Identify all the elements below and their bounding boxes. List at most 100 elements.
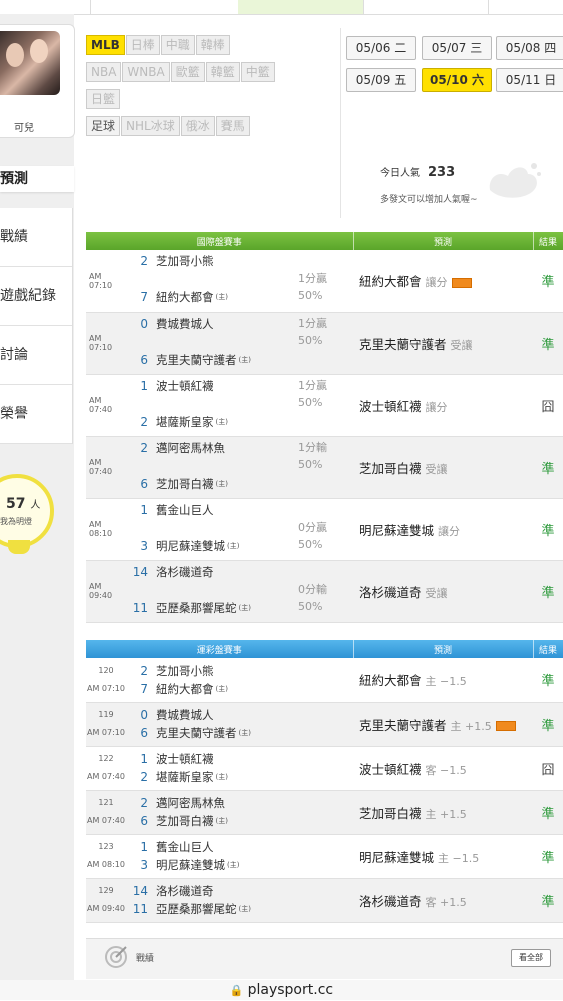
menu-item-honor[interactable]: 榮譽: [0, 385, 72, 444]
prediction[interactable]: 波士頓紅襪客 −1.5: [353, 746, 534, 791]
left-sidebar: 可兒 預測 戰績 遊戲紀錄 討論 榮譽 57 人 我為明燈: [0, 14, 75, 980]
team-name[interactable]: 波士頓紅襪: [156, 751, 214, 767]
prediction[interactable]: 洛杉磯道奇客 +1.5: [353, 878, 534, 923]
team-score: 14: [132, 884, 148, 898]
team-name[interactable]: 費城費城人: [156, 316, 214, 332]
team-name[interactable]: 亞歷桑那響尾蛇: [156, 600, 237, 616]
popularity-bulb[interactable]: 57 人 我為明燈: [0, 474, 74, 554]
date-tab[interactable]: 05/09 五: [346, 68, 416, 92]
prediction[interactable]: 明尼蘇達雙城主 −1.5: [353, 834, 534, 879]
address-bar[interactable]: 🔒 playsport.cc: [0, 980, 563, 1000]
date-tab[interactable]: 05/10 六: [422, 68, 492, 92]
date-tab[interactable]: 05/11 日: [496, 68, 563, 92]
menu-item-record[interactable]: 戰績: [0, 208, 72, 267]
date-tab[interactable]: 05/08 四: [496, 36, 563, 60]
team-line: 6 芝加哥白襪 (主): [126, 812, 353, 830]
sport-tab[interactable]: 日棒: [125, 35, 160, 55]
team-score: 2: [140, 663, 148, 678]
menu-item-game-log[interactable]: 遊戲紀錄: [0, 267, 72, 326]
sport-tab[interactable]: NHL冰球: [121, 116, 180, 136]
team-name[interactable]: 紐約大都會: [156, 681, 214, 697]
sport-tab[interactable]: WNBA: [122, 62, 170, 82]
team-name[interactable]: 亞歷桑那響尾蛇: [156, 901, 237, 917]
game-time: AM 09:40: [87, 904, 125, 913]
section-title: 預測: [0, 166, 74, 192]
home-tag: (主): [215, 293, 228, 301]
team-name[interactable]: 波士頓紅襪: [156, 378, 214, 394]
handicap-value: 1分贏: [298, 378, 327, 392]
prediction[interactable]: 克里夫蘭守護者主 +1.5: [353, 702, 534, 747]
result: 囧: [533, 374, 563, 437]
user-name[interactable]: 可兒: [14, 119, 34, 134]
team-line: 2 芝加哥小熊: [126, 662, 353, 680]
team-name[interactable]: 克里夫蘭守護者: [156, 352, 237, 368]
prediction[interactable]: 紐約大都會 讓分: [353, 250, 534, 313]
matchup: 14 洛杉磯道奇 11 亞歷桑那響尾蛇 (主) 0分輸 50%: [126, 560, 354, 623]
sport-tab[interactable]: 韓棒: [195, 35, 230, 55]
team-line: 3 明尼蘇達雙城 (主): [126, 856, 353, 874]
handicap: 1分贏 50%: [298, 270, 327, 304]
sport-tab[interactable]: 足球: [86, 116, 121, 136]
team-name[interactable]: 洛杉磯道奇: [156, 883, 214, 899]
team-name[interactable]: 芝加哥小熊: [156, 253, 214, 269]
intl-header-games: 國際盤賽事: [86, 232, 354, 250]
prediction[interactable]: 紐約大都會主 −1.5: [353, 658, 534, 703]
menu-item-discussion[interactable]: 討論: [0, 326, 72, 385]
pick-type: 讓分: [425, 400, 448, 414]
sport-tab[interactable]: NBA: [86, 62, 122, 82]
team-name[interactable]: 明尼蘇達雙城: [156, 538, 225, 554]
handicap: 0分贏 50%: [298, 519, 327, 553]
pick-type: 主 +1.5: [450, 719, 492, 733]
team-name[interactable]: 舊金山巨人: [156, 839, 214, 855]
date-tab[interactable]: 05/06 二: [346, 36, 416, 60]
sport-tab[interactable]: 歐籃: [170, 62, 205, 82]
sport-tab[interactable]: MLB: [86, 35, 125, 55]
team-score: 6: [140, 726, 148, 740]
prediction[interactable]: 洛杉磯道奇 受讓: [353, 560, 534, 623]
sport-tab[interactable]: 中職: [160, 35, 195, 55]
handicap-value: 1分輸: [298, 440, 327, 454]
team-name[interactable]: 堪薩斯皇家: [156, 414, 214, 430]
sport-tab[interactable]: 俄冰: [180, 116, 215, 136]
matchup: 0 費城費城人 6 克里夫蘭守護者 (主) 1分贏 50%: [126, 312, 354, 375]
prediction[interactable]: 芝加哥白襪 受讓: [353, 436, 534, 499]
team-name[interactable]: 芝加哥白襪: [156, 476, 214, 492]
prediction[interactable]: 波士頓紅襪 讓分: [353, 374, 534, 437]
date-tab[interactable]: 05/07 三: [422, 36, 492, 60]
view-all-button[interactable]: 看全部: [511, 949, 551, 967]
prediction[interactable]: 芝加哥白襪主 +1.5: [353, 790, 534, 835]
team-name[interactable]: 洛杉磯道奇: [156, 564, 214, 580]
team-name[interactable]: 芝加哥小熊: [156, 663, 214, 679]
team-score: 14: [132, 564, 148, 579]
home-tag: (主): [215, 817, 228, 825]
handicap-pct: 50%: [298, 537, 323, 551]
sport-tab[interactable]: 日籃: [86, 89, 121, 109]
avatar[interactable]: [0, 31, 60, 95]
team-name[interactable]: 堪薩斯皇家: [156, 769, 214, 785]
team-name[interactable]: 明尼蘇達雙城: [156, 857, 225, 873]
prediction[interactable]: 明尼蘇達雙城 讓分: [353, 498, 534, 561]
team-name[interactable]: 費城費城人: [156, 707, 214, 723]
intl-games-table: 國際盤賽事 預測 結果 AM 07:10 2 芝加哥小熊 7 紐約大都會 (主) 1分贏 50…: [86, 232, 563, 623]
team-score: 6: [140, 352, 148, 367]
handicap-pct: 50%: [298, 395, 323, 409]
sport-tab[interactable]: 中籃: [240, 62, 275, 82]
pick-team: 明尼蘇達雙城: [359, 849, 435, 865]
team-name[interactable]: 紐約大都會: [156, 289, 214, 305]
user-card[interactable]: 可兒: [0, 24, 75, 138]
sport-tab[interactable]: 賽馬: [215, 116, 250, 136]
result: 囧: [533, 746, 563, 791]
team-score: 6: [140, 814, 148, 828]
matchup: 1 舊金山巨人 3 明尼蘇達雙城 (主) 0分贏 50%: [126, 498, 354, 561]
team-name[interactable]: 邁阿密馬林魚: [156, 440, 225, 456]
team-name[interactable]: 邁阿密馬林魚: [156, 795, 225, 811]
team-name[interactable]: 芝加哥白襪: [156, 813, 214, 829]
prediction[interactable]: 克里夫蘭守護者 受讓: [353, 312, 534, 375]
sport-tab[interactable]: 韓籃: [205, 62, 240, 82]
intl-game-row: AM 07:40 2 邁阿密馬林魚 6 芝加哥白襪 (主) 1分輸 50% 芝加哥白襪 受讓準: [86, 436, 563, 499]
handicap-pct: 50%: [298, 333, 323, 347]
team-name[interactable]: 舊金山巨人: [156, 502, 214, 518]
team-name[interactable]: 克里夫蘭守護者: [156, 725, 237, 741]
team-line: 1 波士頓紅襪: [126, 750, 353, 768]
handicap-value: 0分輸: [298, 582, 327, 596]
